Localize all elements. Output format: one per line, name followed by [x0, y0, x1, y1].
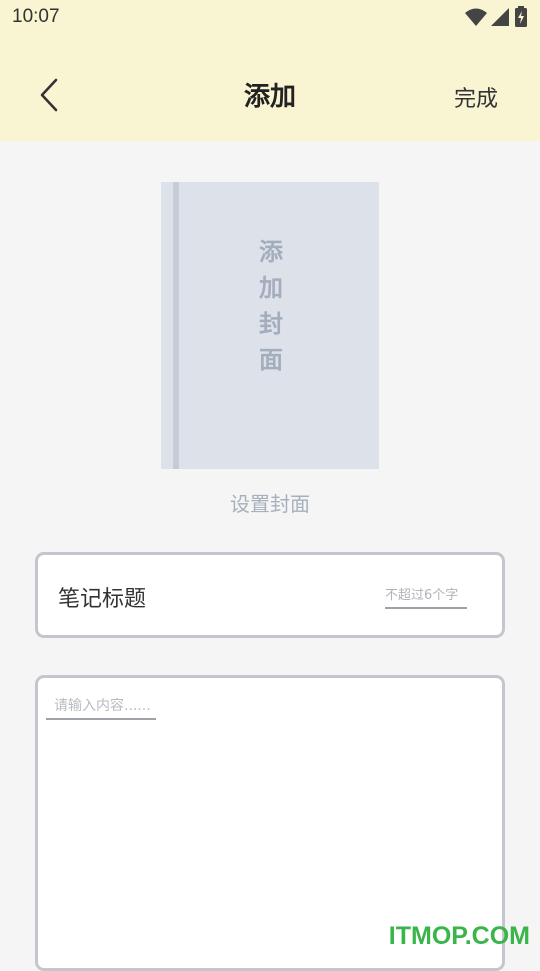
watermark-logo: ITMOP.COM — [388, 922, 530, 950]
cover-spine — [173, 182, 179, 469]
set-cover-button[interactable]: 设置封面 — [0, 488, 540, 517]
top-app-bar: 添加 完成 — [0, 36, 540, 141]
title-input[interactable] — [385, 583, 467, 609]
cover-placeholder[interactable]: 添加封面 — [161, 182, 379, 469]
wifi-icon — [465, 8, 487, 26]
title-card: 笔记标题 — [35, 552, 505, 638]
battery-charging-icon — [515, 6, 527, 27]
status-bar: 10:07 — [0, 0, 540, 36]
done-button[interactable]: 完成 — [454, 81, 498, 113]
content-input[interactable] — [46, 694, 156, 720]
cover-text: 添加封面 — [259, 238, 283, 374]
title-label: 笔记标题 — [58, 587, 147, 612]
status-time: 10:07 — [12, 6, 60, 27]
cellular-signal-icon — [491, 8, 509, 26]
